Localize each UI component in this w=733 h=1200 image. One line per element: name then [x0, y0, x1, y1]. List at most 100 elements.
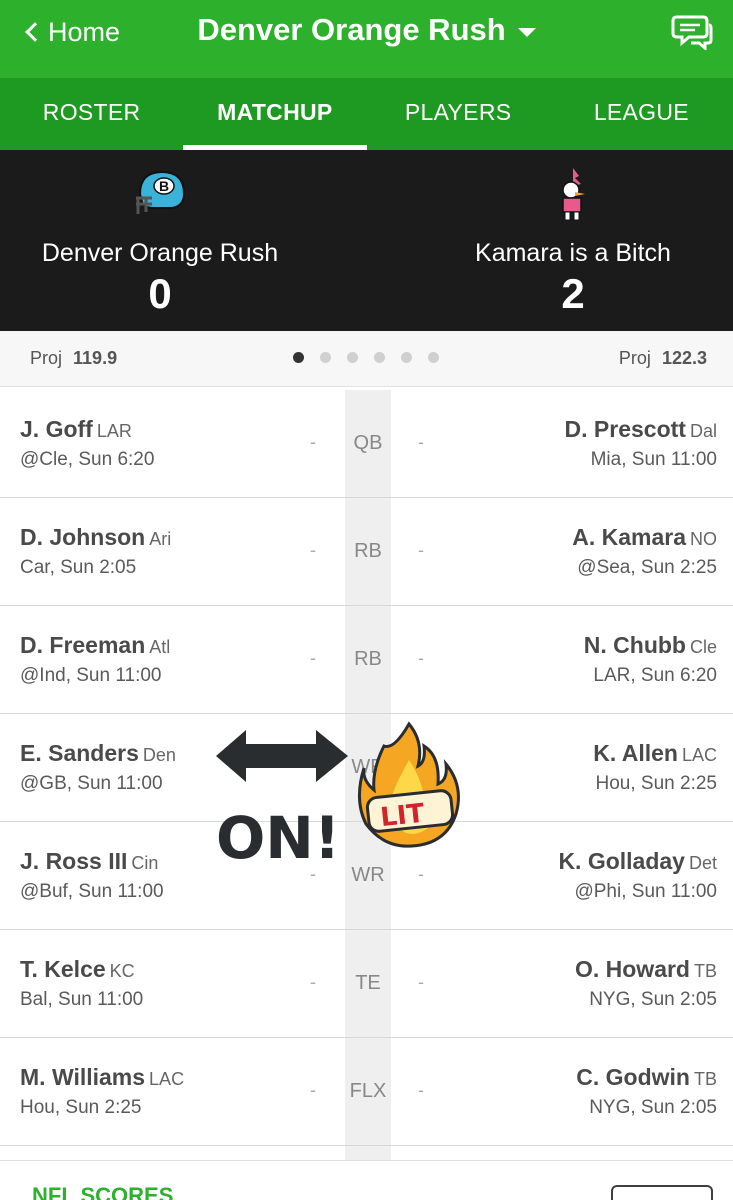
tab-players[interactable]: PLAYERS	[367, 78, 550, 150]
player-name: T. Kelce	[20, 956, 106, 982]
player-game: NYG, Sun 2:05	[589, 989, 717, 1010]
page-dot[interactable]	[293, 352, 304, 363]
home-team[interactable]: B Denver Orange Rush 0	[0, 164, 320, 318]
page-dot[interactable]	[428, 352, 439, 363]
home-player[interactable]: D. Freeman Atl @Ind, Sun 11:00	[20, 632, 170, 687]
tab-matchup[interactable]: MATCHUP	[183, 78, 367, 150]
scoreboard: B Denver Orange Rush 0 Kamara is a Bitch…	[0, 150, 733, 331]
player-name: C. Godwin	[576, 1064, 690, 1090]
page-dot[interactable]	[320, 352, 331, 363]
home-points: -	[310, 864, 316, 884]
tab-league[interactable]: LEAGUE	[550, 78, 733, 150]
player-team: Cle	[689, 637, 717, 657]
away-points: -	[418, 864, 424, 884]
home-player[interactable]: T. Kelce KC Bal, Sun 11:00	[20, 956, 143, 1011]
player-game: @Buf, Sun 11:00	[20, 881, 164, 902]
tab-roster[interactable]: ROSTER	[0, 78, 183, 150]
team-title: Denver Orange Rush	[197, 12, 506, 47]
home-points: -	[310, 432, 316, 452]
helmet-logo-icon: B	[136, 170, 186, 214]
away-proj-label: Proj	[618, 348, 651, 368]
page-dot[interactable]	[374, 352, 385, 363]
away-points: -	[418, 972, 424, 992]
position-slot: WR	[351, 864, 385, 886]
player-team: Ari	[149, 529, 172, 549]
away-player[interactable]: A. Kamara NO @Sea, Sun 2:25	[572, 524, 717, 579]
on-sticker-text: ON!	[216, 804, 340, 866]
player-team: LAC	[149, 1069, 185, 1089]
position-slot: RB	[354, 648, 382, 670]
away-player[interactable]: K. Allen LAC Hou, Sun 2:25	[593, 740, 717, 795]
player-team: LAR	[96, 421, 132, 441]
away-proj-value: 122.3	[661, 348, 707, 368]
away-points: -	[418, 648, 424, 668]
away-player[interactable]: N. Chubb Cle LAR, Sun 6:20	[584, 632, 717, 687]
page-dot[interactable]	[401, 352, 412, 363]
away-player[interactable]: O. Howard TB NYG, Sun 2:05	[575, 956, 717, 1011]
chat-icon[interactable]	[671, 14, 713, 50]
player-team: Den	[142, 745, 176, 765]
page-indicator[interactable]	[293, 352, 439, 363]
player-team: Atl	[149, 637, 171, 657]
matchup-row: T. Kelce KC Bal, Sun 11:00 - TE - O. Howa…	[0, 930, 733, 1038]
player-team: NO	[690, 529, 717, 549]
scores-button[interactable]	[611, 1185, 713, 1200]
player-team: TB	[693, 1069, 717, 1089]
player-game: @Cle, Sun 6:20	[20, 449, 155, 470]
player-name: E. Sanders	[20, 740, 139, 766]
team-switcher[interactable]: Denver Orange Rush	[0, 12, 733, 48]
player-team: KC	[109, 961, 135, 981]
player-team: TB	[693, 961, 717, 981]
player-game: LAR, Sun 6:20	[593, 665, 717, 686]
position-slot: FLX	[349, 1080, 387, 1102]
home-points: -	[310, 972, 316, 992]
player-name: D. Freeman	[20, 632, 146, 658]
lit-sticker-text: LIT	[379, 799, 426, 833]
player-game: NYG, Sun 2:05	[589, 1097, 717, 1118]
player-game: Car, Sun 2:05	[20, 557, 137, 578]
home-points: -	[310, 1080, 316, 1100]
nfl-scores-heading[interactable]: NFL SCORES	[32, 1183, 173, 1200]
player-name: J. Goff	[20, 416, 93, 442]
fire-lit-sticker: LIT	[358, 721, 460, 848]
player-game: Mia, Sun 11:00	[590, 449, 717, 470]
away-player[interactable]: D. Prescott Dal Mia, Sun 11:00	[565, 416, 717, 471]
player-game: @Ind, Sun 11:00	[20, 665, 162, 686]
home-player[interactable]: D. Johnson Ari Car, Sun 2:05	[20, 524, 171, 579]
home-team-name: Denver Orange Rush	[41, 239, 279, 267]
caret-down-icon	[517, 27, 536, 37]
top-bar: Home Denver Orange Rush	[0, 0, 733, 78]
away-team[interactable]: Kamara is a Bitch 2	[413, 164, 733, 318]
away-team-name: Kamara is a Bitch	[475, 239, 671, 267]
position-slot: RB	[354, 540, 382, 562]
matchup-row: M. Williams LAC Hou, Sun 2:25 - FLX - C. …	[0, 1038, 733, 1146]
player-name: K. Allen	[593, 740, 678, 766]
player-name: O. Howard	[574, 956, 690, 982]
away-team-score: 2	[561, 270, 585, 317]
away-player[interactable]: C. Godwin TB NYG, Sun 2:05	[576, 1064, 717, 1119]
duck-avatar-icon	[562, 168, 585, 221]
home-player[interactable]: E. Sanders Den @GB, Sun 11:00	[20, 740, 176, 795]
player-name: K. Golladay	[558, 848, 685, 874]
page-dot[interactable]	[347, 352, 358, 363]
away-player[interactable]: K. Golladay Det @Phi, Sun 11:00	[558, 848, 717, 903]
player-game: Bal, Sun 11:00	[20, 989, 144, 1010]
tab-bar: ROSTER MATCHUP PLAYERS LEAGUE	[0, 78, 733, 150]
matchup-row: D. Freeman Atl @Ind, Sun 11:00 - RB - N. …	[0, 606, 733, 714]
bottom-section: NFL SCORES	[0, 1160, 733, 1200]
home-player[interactable]: J. Goff LAR @Cle, Sun 6:20	[20, 416, 154, 471]
player-game: @Phi, Sun 11:00	[574, 881, 717, 902]
home-proj-value: 119.9	[73, 348, 118, 368]
home-proj-label: Proj	[30, 348, 63, 368]
position-slot: QB	[353, 432, 383, 454]
svg-text:B: B	[159, 178, 169, 194]
player-team: Dal	[689, 421, 717, 441]
on-sticker: ON!	[216, 730, 348, 866]
player-team: LAC	[681, 745, 717, 765]
home-player[interactable]: M. Williams LAC Hou, Sun 2:25	[20, 1064, 184, 1119]
home-player[interactable]: J. Ross III Cin @Buf, Sun 11:00	[20, 848, 164, 903]
player-name: N. Chubb	[583, 632, 686, 658]
player-name: A. Kamara	[572, 524, 686, 550]
away-points: -	[418, 1080, 424, 1100]
player-game: Hou, Sun 2:25	[595, 773, 717, 794]
